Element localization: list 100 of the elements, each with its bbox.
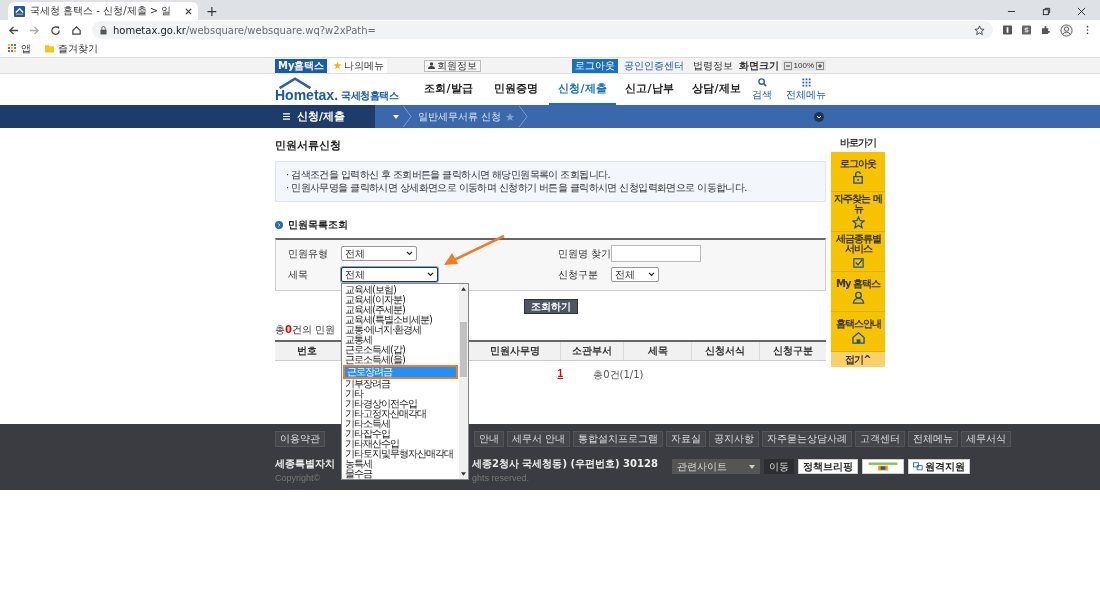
scroll-up-icon[interactable] [461, 287, 466, 291]
dropdown-option[interactable]: 근로소득세(갑) [343, 345, 458, 355]
breadcrumb-link[interactable]: 일반세무서류 신청 [418, 109, 502, 124]
nav-tab[interactable]: 조회/발급 [415, 74, 482, 105]
zoom-in-icon[interactable] [816, 61, 824, 70]
quick-menu-item[interactable]: 로그아웃 [831, 152, 885, 192]
nav-tab[interactable]: 민원증명 [482, 74, 549, 105]
certificate-center-link[interactable]: 공인인증센터 [620, 58, 687, 73]
puzzle-icon[interactable] [1041, 25, 1050, 35]
nav-tab[interactable]: 상담/제보 [683, 74, 750, 105]
notice-text: · 검색조건을 입력하신 후 조회버튼을 클릭하시면 해당민원목록이 조회됩니다. [286, 168, 611, 181]
dropdown-option[interactable]: 기타토지및무형자산매각대 [343, 449, 458, 459]
address-text: 세종2청사 국세청동) (우편번호) 30128 [472, 457, 658, 471]
scrollbar[interactable] [459, 284, 468, 479]
quick-menu-item[interactable]: My 홈택스 [831, 272, 885, 312]
dropdown-option[interactable]: 기부장려금 [343, 379, 458, 389]
address-bar[interactable]: hometax.go.kr/websquare/websquare.wq?w2xPath= [92, 21, 993, 39]
dropdown-option[interactable]: 농특세 [343, 459, 458, 469]
footer-link[interactable]: 안내 [474, 431, 504, 447]
star-icon [333, 61, 343, 70]
footer-link[interactable]: 통합설치프로그램 [573, 431, 664, 447]
extension-icon[interactable] [1022, 25, 1031, 35]
star-icon[interactable] [505, 111, 516, 122]
banner-logo-icon [866, 461, 899, 472]
close-tab-icon[interactable] [185, 7, 192, 15]
restore-icon[interactable] [1042, 6, 1051, 16]
new-tab-button[interactable]: + [198, 2, 226, 20]
reload-icon[interactable] [50, 24, 61, 36]
footer-link[interactable]: 이용약관 [275, 431, 325, 447]
search-button[interactable]: 검색 [752, 77, 772, 102]
select-field[interactable]: 전체 [341, 246, 417, 261]
remote-support-icon [912, 462, 923, 471]
zoom-value: 100% [793, 61, 814, 70]
footer-link[interactable]: 세무서식 [961, 431, 1012, 447]
banner[interactable] [861, 459, 904, 474]
apps-grid-icon [8, 44, 17, 53]
apps-bookmark[interactable]: 앱 [8, 41, 31, 56]
select-field[interactable]: 전체 [611, 267, 659, 282]
house-icon [851, 331, 865, 344]
dropdown-option[interactable]: 기타잡수입 [343, 429, 458, 439]
select-field[interactable]: 전체 [341, 267, 438, 282]
dropdown-option[interactable]: 기타재산수입 [343, 439, 458, 449]
footer-link[interactable]: 고객센터 [855, 431, 906, 447]
footer-link[interactable]: 공지사항 [709, 431, 760, 447]
checkbox-icon [851, 256, 865, 269]
close-icon[interactable] [1077, 6, 1086, 16]
page-title: 민원서류신청 [275, 138, 342, 153]
dropdown-option[interactable]: 기타고정자산매각대 [343, 409, 458, 419]
footer-link[interactable]: 전체메뉴 [908, 431, 959, 447]
related-sites-select[interactable]: 관련사이트 [671, 459, 760, 474]
dropdown-option[interactable]: 교육세(이자분) [343, 295, 458, 305]
logout-button[interactable]: 로그아웃 [571, 58, 618, 73]
site-favicon-icon [14, 5, 25, 17]
bookmark-folder[interactable]: 즐겨찾기 [45, 41, 98, 56]
member-info-button[interactable]: 회원정보 [424, 59, 482, 72]
dropdown-option[interactable]: 물수금 [343, 469, 458, 479]
unlock-icon [851, 171, 865, 184]
footer-link[interactable]: 세무서 안내 [507, 431, 571, 447]
law-info-link[interactable]: 법령정보 [689, 58, 736, 73]
annotation-arrow [442, 234, 506, 268]
home-icon[interactable] [71, 24, 82, 36]
browser-tab[interactable]: 국세청 홈택스 - 신청/제출 > 일 [8, 2, 198, 20]
policy-briefing-banner[interactable]: 정책브리핑 [797, 459, 858, 474]
bookmark-star-icon[interactable] [974, 24, 985, 36]
section-menu-button[interactable]: 신청/제출 [275, 105, 403, 128]
scrollbar-thumb[interactable] [460, 322, 467, 377]
profile-icon[interactable] [1060, 23, 1073, 37]
dropdown-option[interactable]: 기타경상이전수입 [343, 399, 458, 409]
my-hometax-tab[interactable]: My홈택스 [275, 58, 328, 73]
expand-icon[interactable] [814, 111, 824, 122]
dropdown-option[interactable]: 교육세(보험) [343, 285, 458, 295]
section-bullet-icon [275, 221, 283, 229]
dropdown-option[interactable]: 기타 [343, 389, 458, 399]
chevron-down-icon [427, 272, 434, 277]
quick-menu-item[interactable]: 자주찾는 메뉴 [831, 192, 885, 232]
go-button[interactable]: 이동 [763, 459, 794, 474]
nav-tab[interactable]: 신고/납부 [616, 74, 683, 105]
dropdown-option[interactable]: 기타소득세 [343, 419, 458, 429]
column-header: 신청서식 [692, 342, 760, 360]
extension-icon[interactable] [1003, 25, 1012, 35]
dropdown-option[interactable]: 근로소득세(을) [343, 355, 458, 365]
all-menu-button[interactable]: 전체메뉴 [786, 77, 826, 102]
quick-menu-item[interactable]: 세금종류별 서비스 [831, 232, 885, 272]
search-input-field[interactable] [611, 245, 701, 262]
zoom-out-icon[interactable] [783, 61, 792, 70]
dropdown-option[interactable]: 교통세 [343, 335, 458, 345]
footer-link[interactable]: 자주묻는상담사례 [762, 431, 853, 447]
search-button[interactable]: 조회하기 [523, 299, 578, 314]
remote-support-banner[interactable]: 원격지원 [907, 459, 970, 474]
dropdown-option[interactable]: 교육세(주세분) [343, 305, 458, 315]
dropdown-option[interactable]: 교육세(특별소비세분) [343, 315, 458, 325]
back-icon[interactable] [8, 24, 19, 36]
footer-link[interactable]: 자료실 [666, 431, 707, 447]
fold-button[interactable]: 접기^ [831, 352, 885, 367]
menu-icon [283, 113, 290, 120]
scroll-down-icon[interactable] [461, 472, 466, 476]
dropdown-option[interactable]: 교통·에너지·환경세 [343, 325, 458, 335]
field-label: 민원명 찾기 [558, 246, 611, 261]
my-menu-tab[interactable]: 나의메뉴 [330, 58, 388, 73]
page-link[interactable]: 1 [557, 368, 564, 382]
